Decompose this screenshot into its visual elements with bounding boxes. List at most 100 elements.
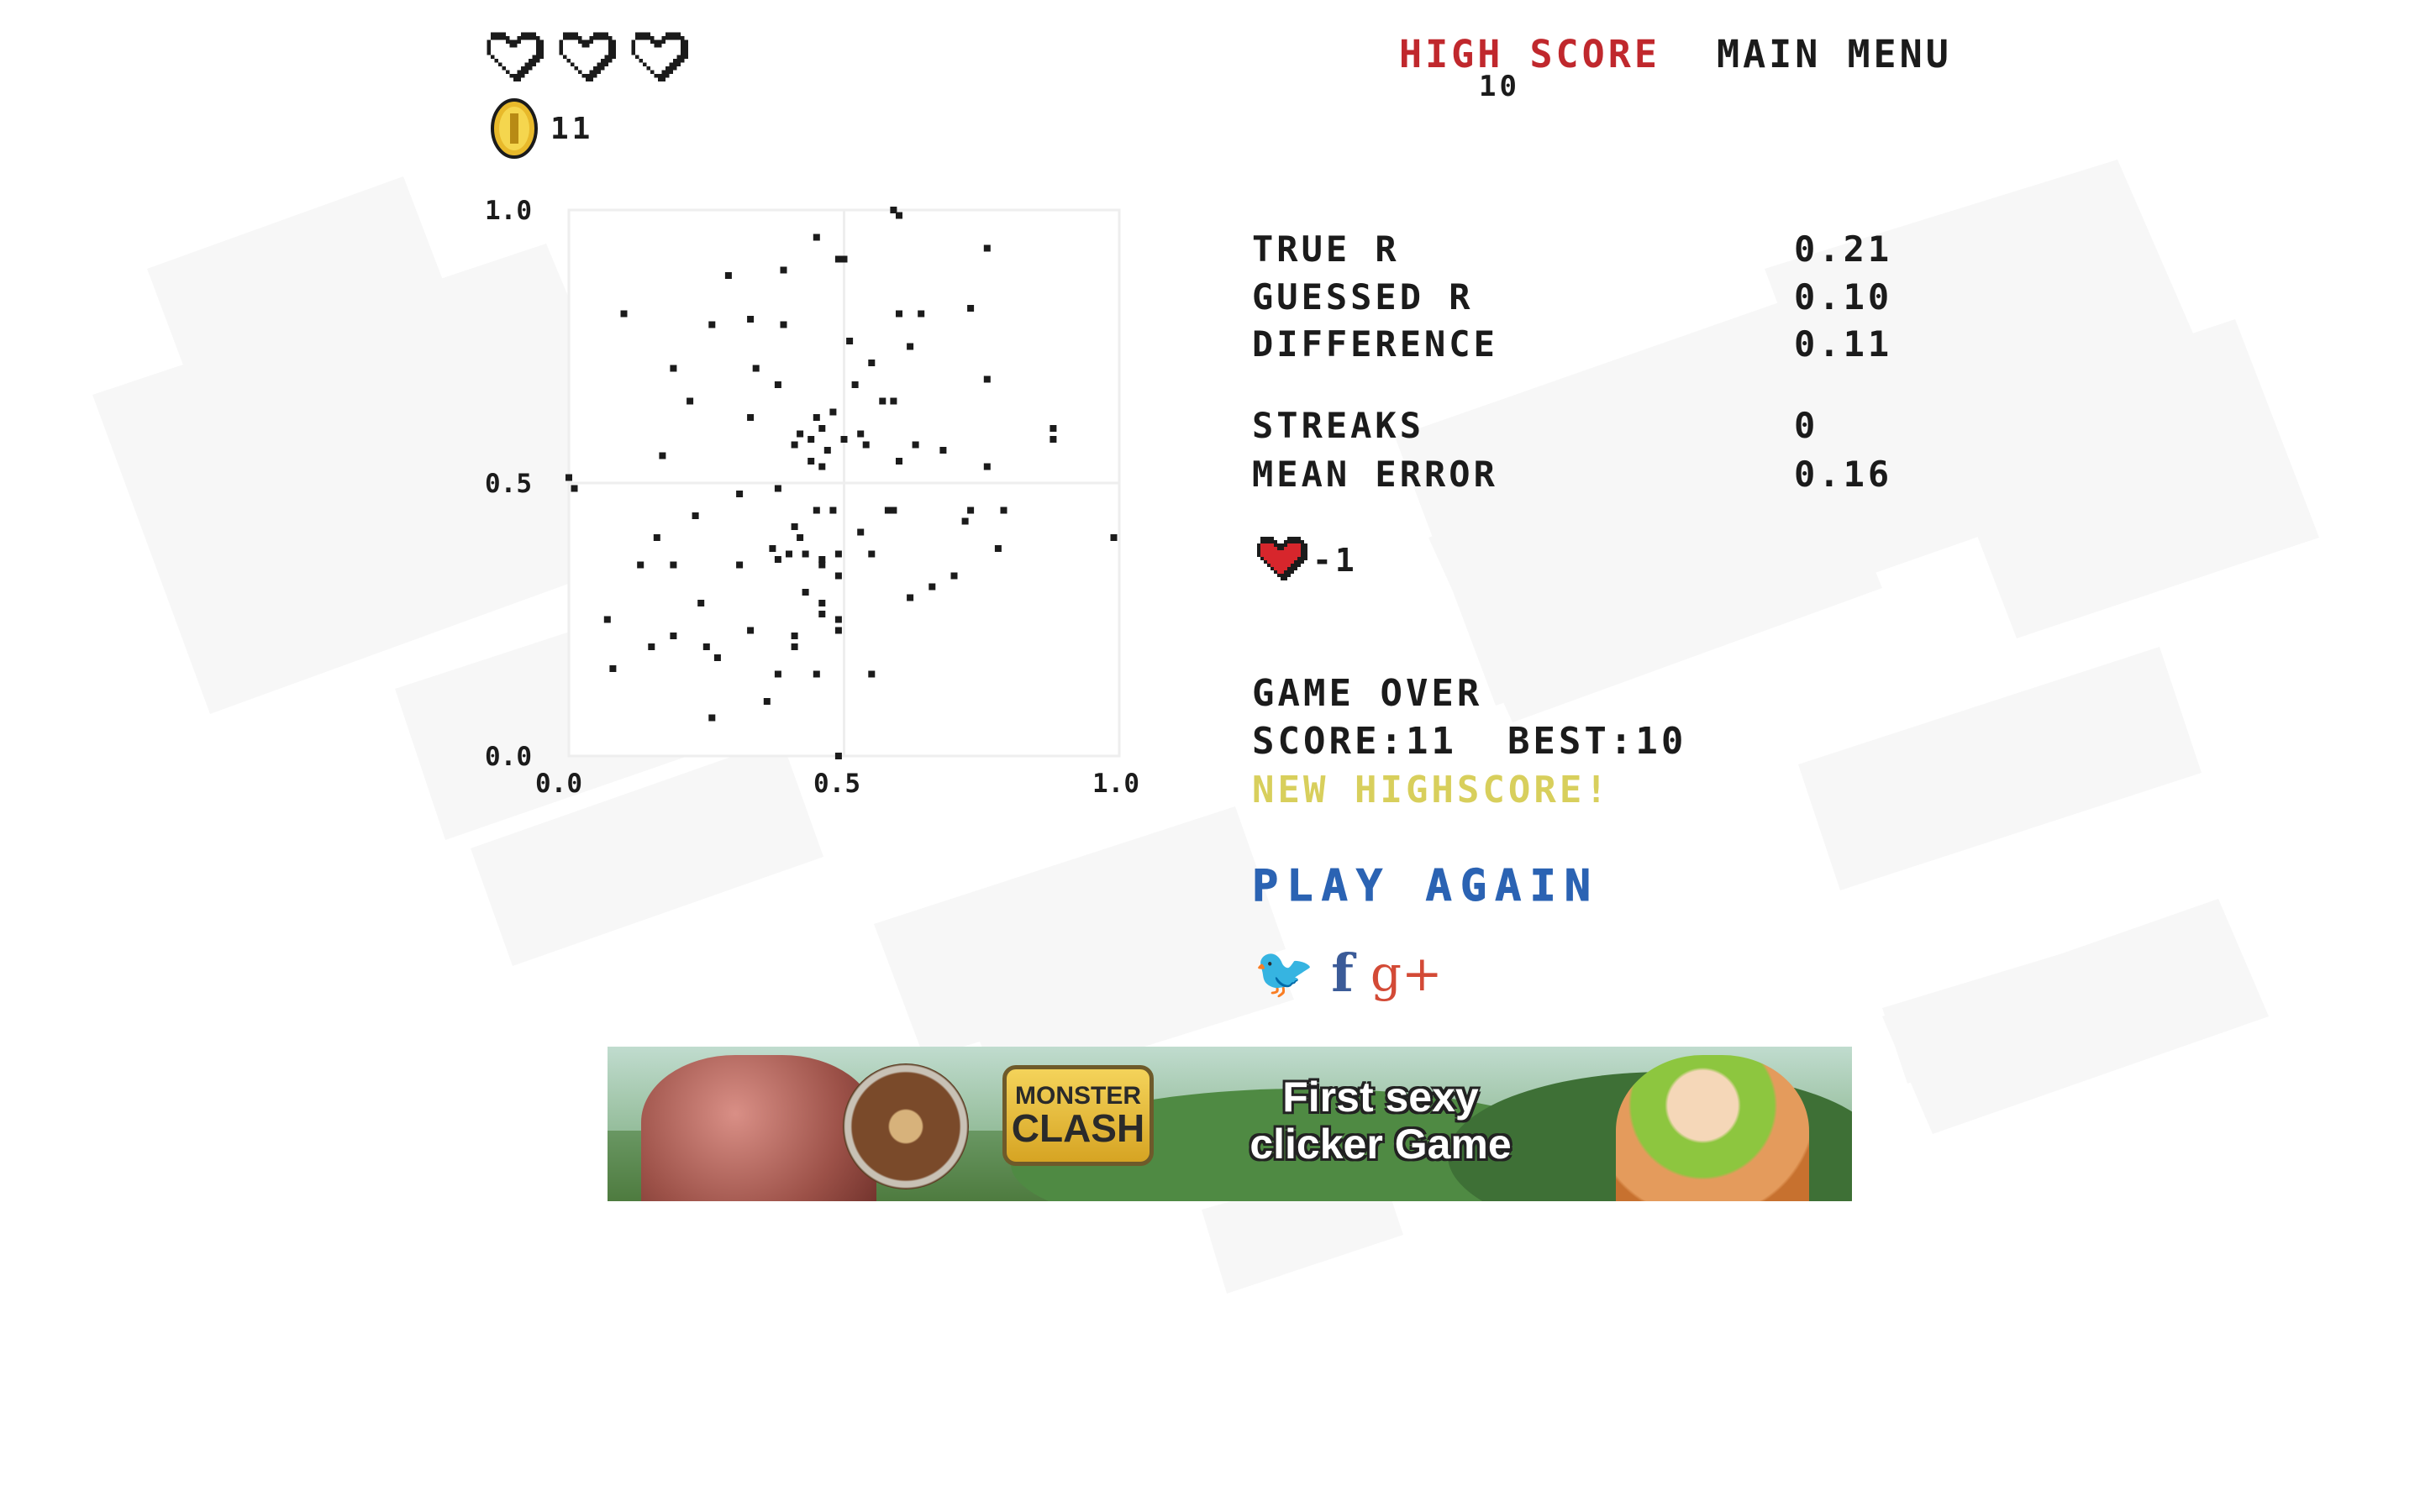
stat-streaks: STREAKS 0 bbox=[1252, 405, 1907, 452]
stat-label: GUESSED R bbox=[1252, 276, 1474, 318]
scatter-point bbox=[774, 485, 781, 492]
high-score-label: HIGH SCORE bbox=[1399, 32, 1660, 76]
scatter-point bbox=[752, 365, 760, 372]
scatter-point bbox=[1110, 534, 1118, 541]
scatter-point bbox=[818, 611, 826, 617]
scatter-point bbox=[747, 414, 755, 421]
scatter-point bbox=[907, 594, 914, 601]
y-tick-label: 0.0 bbox=[485, 742, 532, 772]
scatter-point bbox=[929, 583, 936, 591]
scatter-point bbox=[967, 305, 975, 312]
scatter-plot: 1.0 0.5 0.0 0.0 0.5 1.0 bbox=[485, 196, 1139, 799]
scatter-point bbox=[823, 447, 831, 454]
scatter-point bbox=[862, 441, 870, 449]
lives-hearts bbox=[483, 32, 688, 86]
scatter-point bbox=[890, 397, 897, 405]
scatter-point bbox=[797, 534, 804, 541]
stat-label: STREAKS bbox=[1252, 405, 1425, 446]
scatter-point bbox=[846, 338, 854, 344]
google-plus-icon[interactable]: g+ bbox=[1370, 945, 1443, 1002]
stat-value: 0.11 bbox=[1794, 323, 1893, 365]
scatter-point bbox=[890, 507, 897, 514]
scatter-point bbox=[890, 207, 897, 213]
stat-value: 0.10 bbox=[1794, 276, 1893, 318]
scatter-point bbox=[840, 255, 848, 263]
scatter-point bbox=[802, 589, 809, 596]
scatter-point bbox=[857, 528, 865, 536]
scatter-point bbox=[566, 474, 572, 481]
scatter-point bbox=[780, 321, 787, 328]
scatter-point bbox=[603, 616, 611, 623]
scatter-point bbox=[1050, 436, 1057, 443]
scatter-point bbox=[659, 452, 666, 459]
y-tick-label: 0.5 bbox=[485, 469, 532, 499]
scatter-point bbox=[797, 430, 804, 438]
scatter-point bbox=[918, 310, 925, 318]
scatter-point bbox=[724, 272, 732, 279]
score-label: SCORE: bbox=[1252, 720, 1406, 763]
scatter-point bbox=[1000, 507, 1007, 514]
scatter-point bbox=[571, 485, 578, 492]
best-label: BEST: bbox=[1507, 720, 1636, 763]
scatter-point bbox=[818, 425, 826, 432]
new-highscore-banner: NEW HIGHSCORE! bbox=[1252, 769, 1611, 811]
scatter-point bbox=[983, 463, 991, 470]
facebook-icon[interactable]: f bbox=[1331, 942, 1354, 1004]
scatter-point bbox=[670, 633, 677, 639]
scatter-point bbox=[818, 463, 826, 470]
scatter-point bbox=[829, 507, 837, 514]
scatter-point bbox=[983, 375, 991, 383]
ad-tagline: First sexy clicker Game bbox=[1249, 1074, 1512, 1168]
stat-difference: DIFFERENCE 0.11 bbox=[1252, 323, 1907, 370]
scatter-point bbox=[1050, 425, 1057, 432]
life-change-value: -1 bbox=[1313, 542, 1358, 579]
scatter-point bbox=[763, 698, 771, 705]
scatter-point bbox=[609, 665, 617, 672]
high-score-value: 10 bbox=[1479, 70, 1520, 103]
scatter-point bbox=[708, 321, 716, 328]
scatter-point bbox=[808, 458, 815, 465]
scatter-point bbox=[747, 316, 755, 323]
scatter-point bbox=[912, 441, 919, 449]
scatter-point bbox=[791, 643, 798, 650]
scatter-point bbox=[983, 244, 991, 252]
scatter-point bbox=[708, 714, 716, 722]
stat-label: TRUE R bbox=[1252, 228, 1400, 270]
scatter-point bbox=[961, 517, 969, 525]
game-over-title: GAME OVER bbox=[1252, 672, 1483, 715]
social-share: 🐦 f g+ bbox=[1254, 942, 1443, 1004]
stat-value: 0.21 bbox=[1794, 228, 1893, 270]
scatter-point bbox=[829, 408, 837, 416]
scatter-point bbox=[774, 381, 781, 388]
main-menu-button[interactable]: MAIN MENU bbox=[1717, 32, 1952, 76]
scatter-point bbox=[653, 534, 660, 541]
coin-count: 11 bbox=[550, 112, 594, 146]
scatter-point bbox=[713, 654, 721, 661]
life-change: -1 bbox=[1254, 536, 1358, 585]
ad-banner[interactable]: MONSTER CLASH First sexy clicker Game bbox=[608, 1047, 1852, 1201]
stat-value: 0.16 bbox=[1794, 454, 1893, 495]
play-again-button[interactable]: PLAY AGAIN bbox=[1251, 861, 1599, 912]
coin-icon bbox=[491, 98, 538, 159]
scatter-point bbox=[967, 507, 975, 514]
scatter-point bbox=[736, 561, 744, 569]
scatter-point bbox=[780, 266, 787, 274]
scatter-point bbox=[818, 561, 826, 569]
ad-orc-character bbox=[641, 1055, 876, 1201]
scatter-point bbox=[697, 600, 705, 606]
score-summary: SCORE:11 BEST:10 bbox=[1252, 720, 1686, 763]
scatter-point bbox=[994, 545, 1002, 552]
scatter-point bbox=[670, 561, 677, 569]
scatter-point bbox=[774, 556, 781, 563]
x-tick-label: 0.5 bbox=[813, 769, 860, 799]
scatter-point bbox=[791, 633, 798, 639]
y-tick-label: 1.0 bbox=[485, 196, 532, 226]
heart-empty-icon bbox=[555, 32, 616, 86]
scatter-point bbox=[896, 310, 902, 318]
final-score: SCORE:11 bbox=[1252, 720, 1457, 763]
x-tick-label: 1.0 bbox=[1092, 769, 1139, 799]
scatter-point bbox=[687, 397, 694, 405]
twitter-icon[interactable]: 🐦 bbox=[1254, 944, 1314, 1002]
scatter-point bbox=[692, 512, 699, 519]
scatter-point bbox=[774, 670, 781, 678]
